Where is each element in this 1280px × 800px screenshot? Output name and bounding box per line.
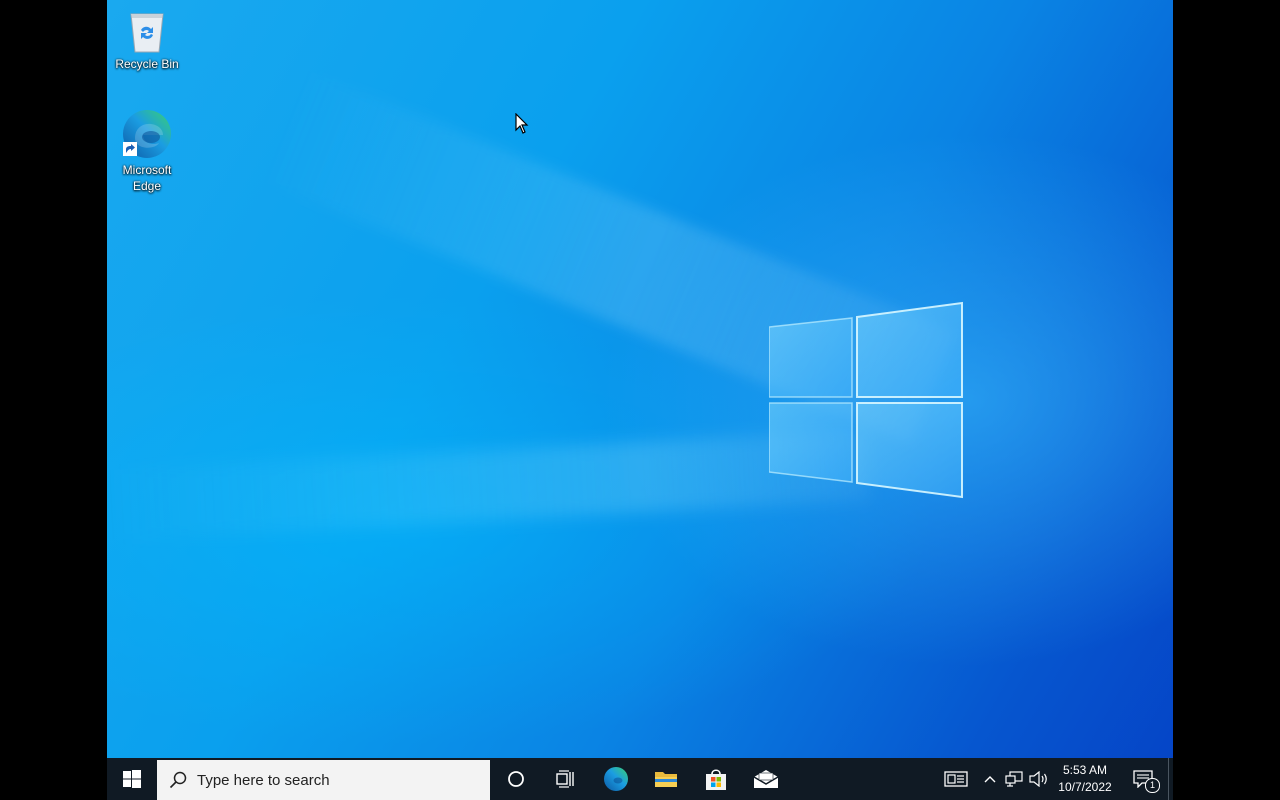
action-center-button[interactable]: 1 [1118, 758, 1168, 800]
mail-icon [753, 770, 779, 788]
clock-date: 10/7/2022 [1058, 780, 1112, 794]
network-button[interactable] [1002, 758, 1026, 800]
volume-button[interactable] [1026, 758, 1052, 800]
clock[interactable]: 5:53 AM 10/7/2022 [1052, 758, 1118, 800]
start-button[interactable] [107, 758, 157, 800]
desktop-icon-label: Microsoft [122, 163, 172, 177]
microsoft-store-icon [706, 769, 726, 790]
taskbar-edge-button[interactable] [591, 758, 641, 800]
shortcut-arrow-icon [123, 142, 137, 156]
clock-time: 5:53 AM [1062, 763, 1107, 777]
task-view-icon [556, 770, 574, 788]
cortana-icon [508, 771, 524, 787]
mouse-cursor-icon [515, 113, 529, 134]
cortana-button[interactable] [491, 758, 541, 800]
taskbar-store-button[interactable] [691, 758, 741, 800]
taskbar: Type here to search 5:53 AM 10/7/2022 1 [107, 758, 1173, 800]
desktop-icon-label: Recycle Bin [115, 57, 179, 71]
desktop-icon-recycle-bin[interactable]: Recycle Bin [107, 8, 187, 72]
search-placeholder: Type here to search [197, 771, 330, 789]
desktop[interactable]: Recycle Bin Microsoft Edge Type here to … [107, 0, 1173, 800]
file-explorer-icon [655, 772, 677, 787]
taskbar-file-explorer-button[interactable] [641, 758, 691, 800]
network-icon [1005, 771, 1023, 787]
windows-start-icon [123, 770, 141, 788]
search-input[interactable]: Type here to search [157, 760, 490, 800]
search-icon [169, 771, 187, 789]
recycle-bin-icon [130, 13, 164, 53]
news-and-interests-icon [944, 771, 968, 787]
desktop-icon-microsoft-edge[interactable]: Microsoft Edge [107, 108, 187, 194]
notification-count-badge: 1 [1145, 778, 1160, 793]
windows-logo-wallpaper [769, 301, 963, 499]
taskbar-mail-button[interactable] [741, 758, 791, 800]
news-and-interests-button[interactable] [934, 758, 978, 800]
volume-icon [1029, 771, 1047, 787]
light-ray [107, 430, 870, 540]
show-desktop-button[interactable] [1168, 758, 1173, 800]
desktop-icon-label: Edge [132, 179, 162, 193]
task-view-button[interactable] [541, 758, 591, 800]
chevron-up-icon [984, 776, 996, 783]
show-hidden-icons-button[interactable] [978, 758, 1002, 800]
system-tray: 5:53 AM 10/7/2022 1 [934, 758, 1173, 800]
edge-icon [604, 767, 628, 791]
